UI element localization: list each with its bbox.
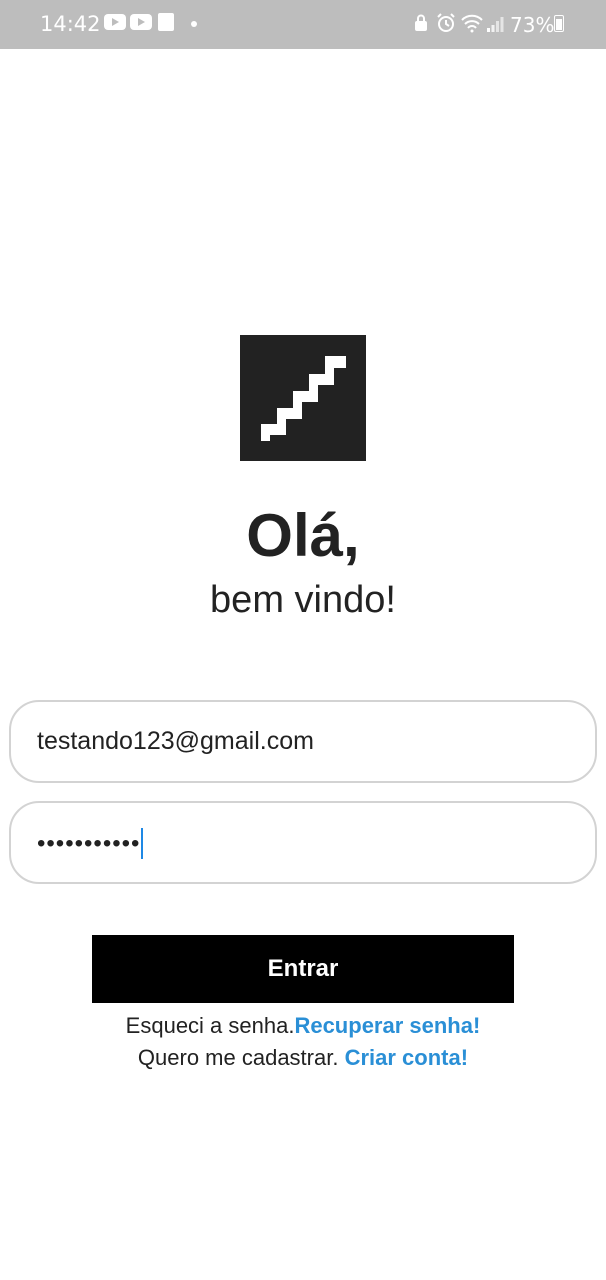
- shopping-bag-icon: [158, 13, 174, 31]
- youtube-icon: [130, 14, 152, 30]
- text-cursor: [141, 827, 144, 859]
- forgot-password-text: Esqueci a senha.: [125, 1013, 295, 1038]
- create-account-link[interactable]: Criar conta!: [345, 1045, 468, 1070]
- signal-icon: [487, 17, 504, 32]
- password-value: •••••••••••: [37, 829, 141, 857]
- alarm-icon: [437, 13, 455, 32]
- app-logo: [240, 335, 366, 461]
- lock-icon: [415, 14, 427, 31]
- battery-icon: [554, 15, 564, 32]
- battery-percent: 73%: [510, 13, 555, 37]
- status-bar: 14:42 73%: [0, 0, 606, 49]
- forgot-password-row: Esqueci a senha.Recuperar senha!: [0, 1011, 606, 1041]
- signup-text: Quero me cadastrar.: [137, 1045, 345, 1070]
- signup-row: Quero me cadastrar. Criar conta!: [0, 1043, 606, 1073]
- login-button[interactable]: Entrar: [92, 935, 514, 1003]
- email-value: testando123@gmail.com: [37, 727, 314, 755]
- recover-password-link[interactable]: Recuperar senha!: [294, 1013, 480, 1038]
- wifi-icon: [461, 14, 483, 33]
- password-field[interactable]: •••••••••••: [9, 801, 597, 884]
- email-field[interactable]: testando123@gmail.com: [9, 700, 597, 783]
- status-time: 14:42: [40, 12, 101, 36]
- stairs-icon: [261, 356, 346, 441]
- dot-icon: [191, 21, 197, 27]
- page-subtitle: bem vindo!: [210, 579, 396, 621]
- youtube-icon: [104, 14, 126, 30]
- page-title: Olá,: [246, 502, 360, 569]
